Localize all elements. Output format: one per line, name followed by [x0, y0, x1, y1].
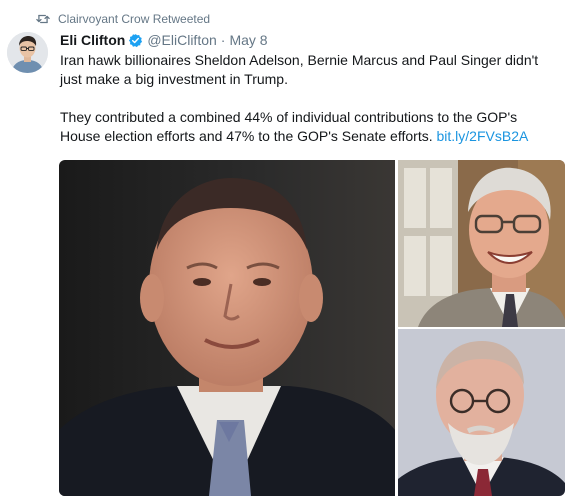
- retweet-label: Clairvoyant Crow Retweeted: [58, 12, 211, 26]
- separator-dot: ·: [220, 32, 226, 48]
- author-name[interactable]: Eli Clifton: [60, 31, 125, 50]
- tweet-header: Eli Clifton @EliClifton · May 8: [60, 31, 268, 50]
- retweet-icon: [36, 14, 50, 24]
- retweet-context[interactable]: Clairvoyant Crow Retweeted: [36, 11, 210, 27]
- tweet-paragraph-2: They contributed a combined 44% of indiv…: [60, 108, 560, 146]
- tweet-link[interactable]: bit.ly/2FVsB2A: [437, 128, 529, 144]
- photo-singer[interactable]: [398, 329, 565, 496]
- avatar[interactable]: [7, 32, 48, 73]
- photo-adelson[interactable]: [59, 160, 395, 496]
- photo-marcus[interactable]: [398, 160, 565, 327]
- tweet-timestamp[interactable]: May 8: [229, 31, 267, 50]
- media-grid: [59, 160, 565, 496]
- author-handle[interactable]: @EliClifton: [147, 31, 216, 50]
- verified-badge-icon: [129, 33, 143, 48]
- tweet-text: Iran hawk billionaires Sheldon Adelson, …: [60, 51, 560, 146]
- tweet-paragraph-1: Iran hawk billionaires Sheldon Adelson, …: [60, 52, 539, 87]
